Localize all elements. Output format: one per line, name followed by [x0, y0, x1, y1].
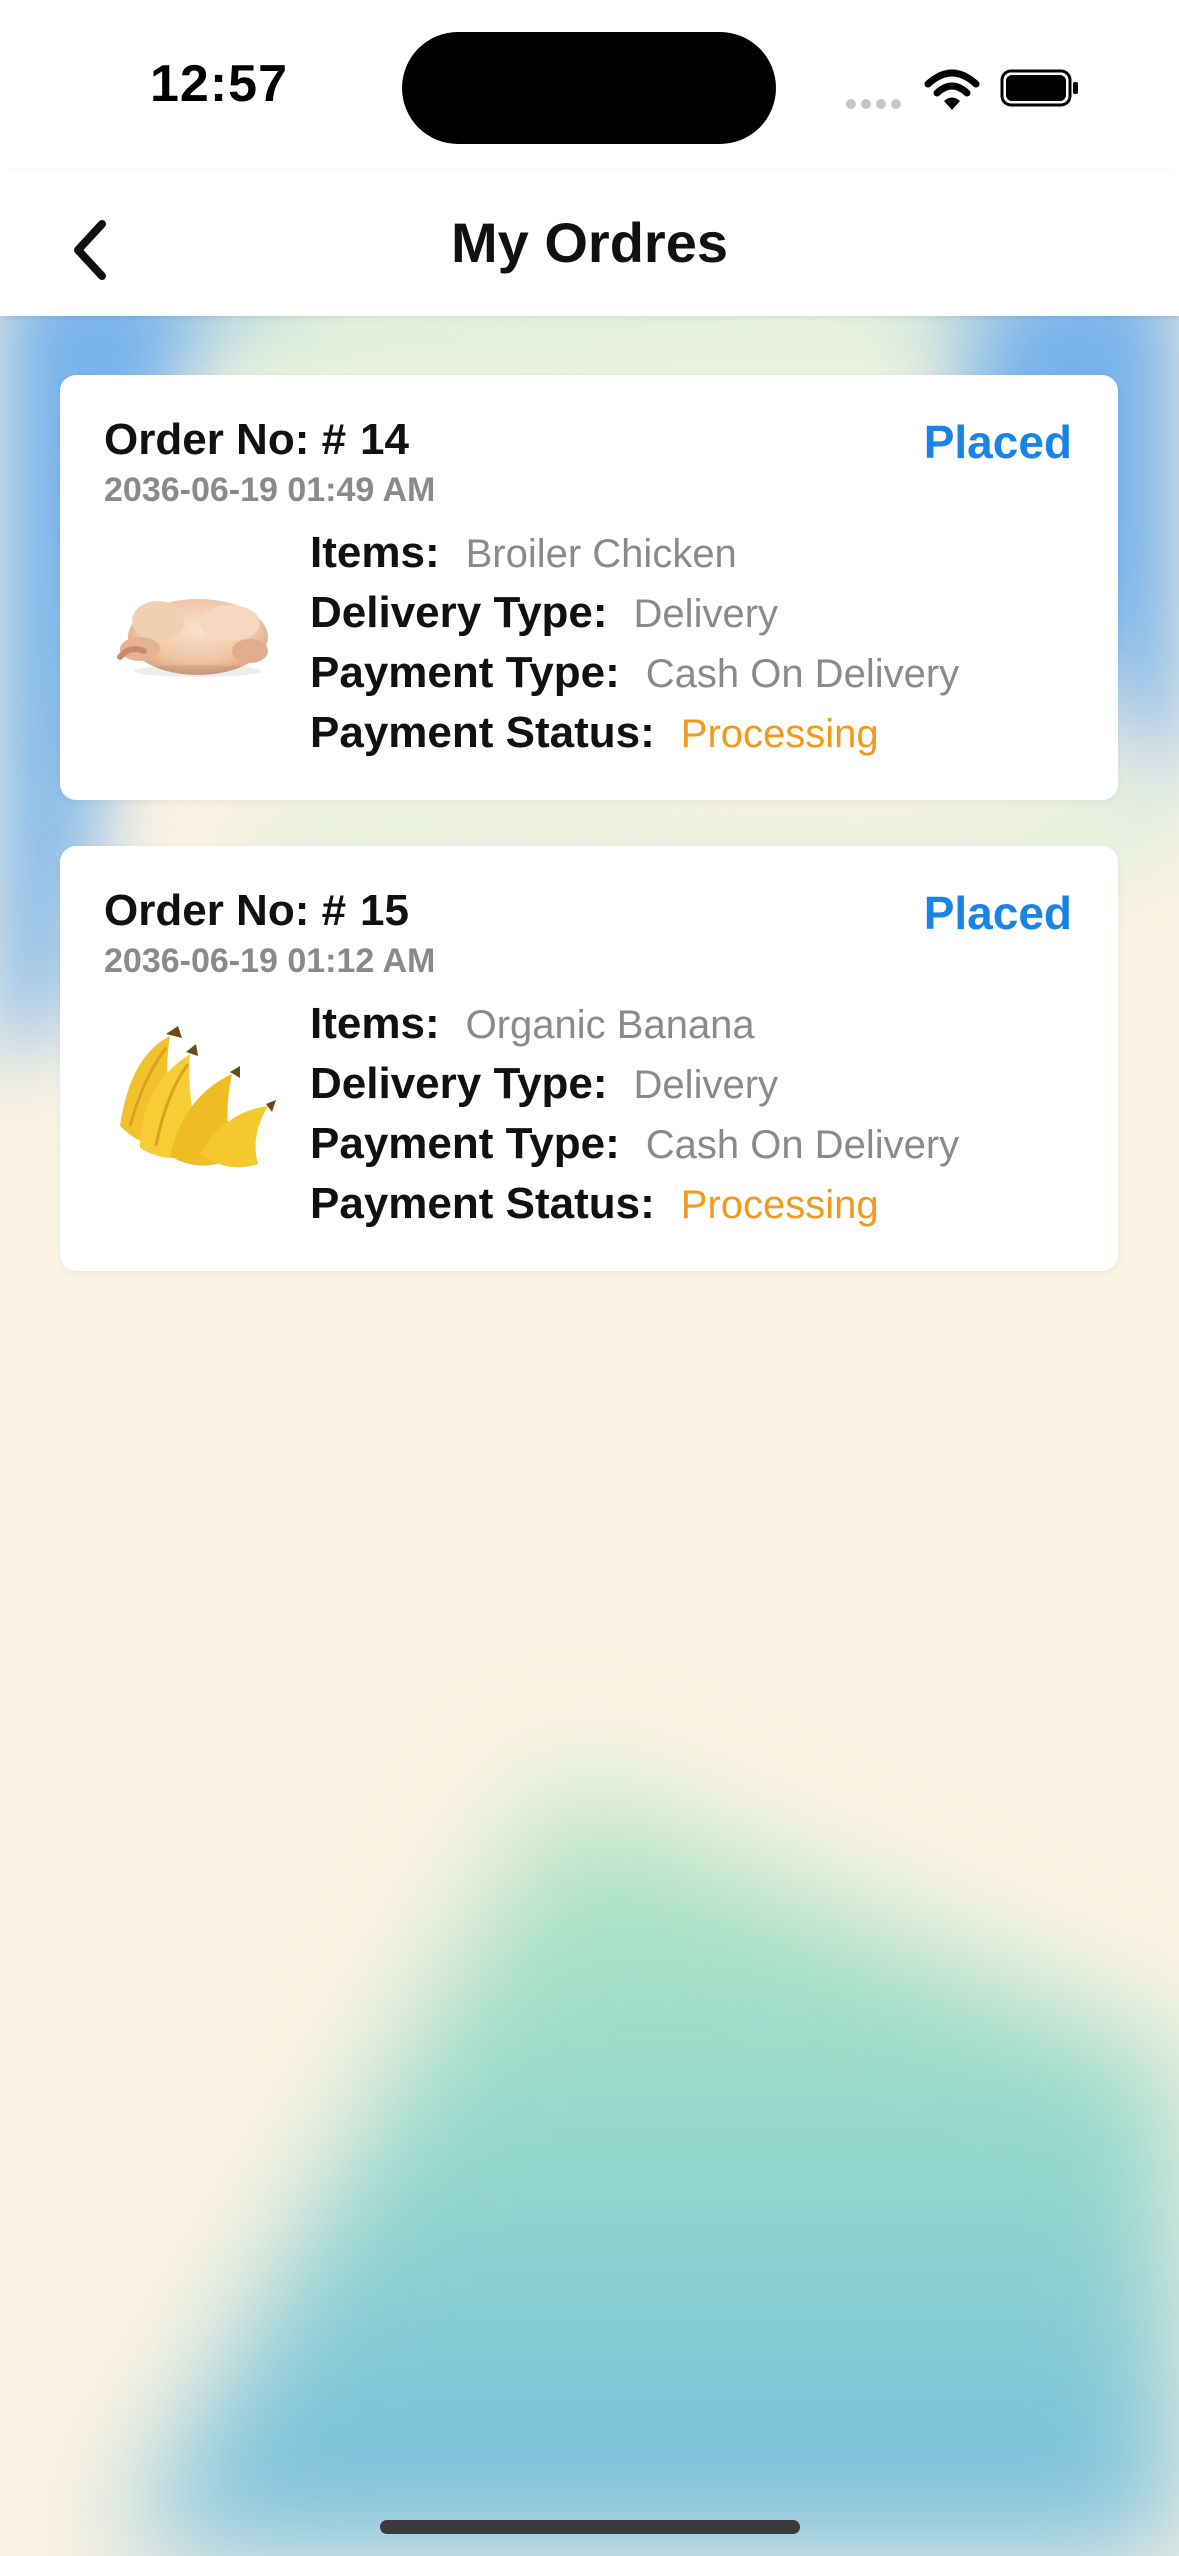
dynamic-island [402, 32, 776, 144]
banana-image [120, 1026, 276, 1168]
order-status: Placed [923, 887, 1072, 939]
delivery-type-label: Delivery Type: [310, 1059, 608, 1108]
order-number-value: 15 [360, 886, 409, 935]
order-date: 2036-06-19 01:49 AM [104, 471, 436, 509]
payment-type-label: Payment Type: [310, 1119, 620, 1168]
items-value: Organic Banana [465, 1003, 755, 1047]
order-number-value: 14 [360, 415, 409, 464]
delivery-type-value: Delivery [633, 1063, 779, 1107]
battery-full-icon [1000, 69, 1078, 107]
order-details: Items: Broiler Chicken Delivery Type: Deli… [310, 523, 959, 763]
nav-bar: My Ordres [0, 170, 1179, 316]
payment-status-value: Processing [680, 1183, 879, 1227]
order-number-label: Order No: # [104, 415, 347, 464]
orders-list: Order No: # 14 Placed 2036-06-19 01:49 AM… [60, 375, 1118, 1317]
payment-type-value: Cash On Delivery [645, 1123, 960, 1167]
order-details: Items: Organic Banana Delivery Type: Deliv… [310, 994, 959, 1234]
payment-status-label: Payment Status: [310, 708, 655, 757]
items-label: Items: [310, 999, 440, 1048]
items-value: Broiler Chicken [465, 532, 737, 576]
delivery-type-value: Delivery [633, 592, 779, 636]
order-status: Placed [923, 416, 1072, 468]
home-indicator[interactable] [380, 2520, 800, 2534]
items-label: Items: [310, 528, 440, 577]
wifi-icon [924, 69, 980, 110]
order-date: 2036-06-19 01:12 AM [104, 942, 436, 980]
signal-dots-icon [846, 96, 906, 114]
payment-type-label: Payment Type: [310, 648, 620, 697]
payment-status-label: Payment Status: [310, 1179, 655, 1228]
order-number-label: Order No: # [104, 886, 347, 935]
page-title: My Ordres [451, 211, 728, 274]
order-number: Order No: # 14 [104, 415, 409, 465]
order-number: Order No: # 15 [104, 886, 409, 936]
payment-status-value: Processing [680, 712, 879, 756]
chicken-image [117, 599, 268, 677]
order-card[interactable]: Order No: # 14 Placed 2036-06-19 01:49 AM… [60, 375, 1118, 800]
order-card[interactable]: Order No: # 15 Placed 2036-06-19 01:12 AM… [60, 846, 1118, 1271]
status-bar: 12:57 [0, 0, 1179, 170]
payment-type-value: Cash On Delivery [645, 652, 960, 696]
status-time: 12:57 [150, 55, 288, 113]
delivery-type-label: Delivery Type: [310, 588, 608, 637]
